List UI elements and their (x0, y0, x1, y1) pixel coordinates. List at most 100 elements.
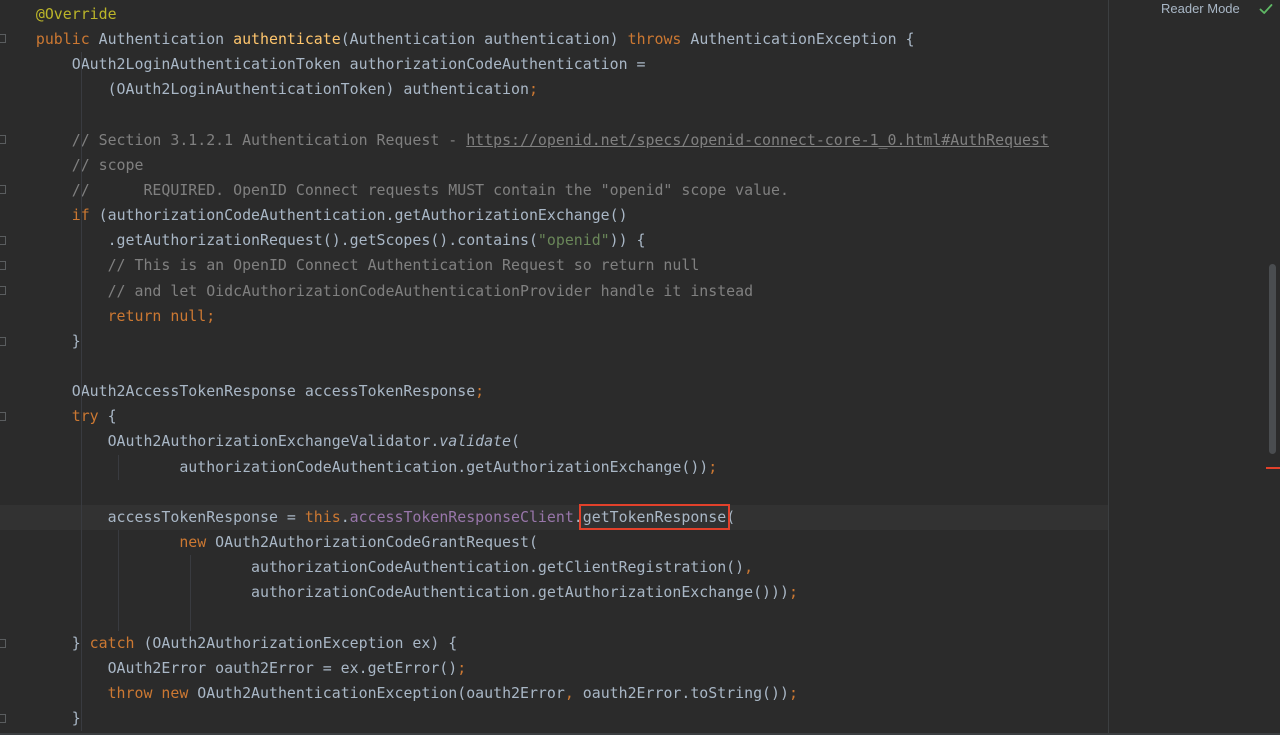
code-text: OAuth2LoginAuthenticationToken authoriza… (71, 55, 646, 74)
code-line-current[interactable]: accessTokenResponse = this.accessTokenRe… (0, 503, 1108, 530)
keyword-token: public (35, 30, 90, 49)
code-editor[interactable]: @Override public Authentication authenti… (0, 0, 1280, 735)
indent-guide (118, 555, 119, 581)
code-line[interactable]: } catch (OAuth2AuthorizationException ex… (0, 630, 1108, 656)
code-line[interactable]: // Section 3.1.2.1 Authentication Reques… (0, 127, 1108, 153)
indent-guide (81, 278, 82, 304)
static-method-token: validate (439, 432, 512, 451)
semicolon-token: ; (528, 80, 538, 99)
indent-guide (190, 580, 191, 606)
code-text: ( (511, 432, 520, 451)
code-line[interactable]: return null; (0, 303, 1108, 329)
code-text: OAuth2AuthenticationException(oauth2Erro… (188, 683, 565, 702)
method-name-token: authenticate (233, 30, 341, 49)
code-line[interactable]: // REQUIRED. OpenID Connect requests MUS… (0, 177, 1108, 204)
code-text: OAuth2AuthorizationCodeGrantRequest( (206, 532, 538, 551)
indent-guide (118, 529, 119, 556)
code-line[interactable]: (OAuth2LoginAuthenticationToken) authent… (0, 77, 1108, 103)
code-line[interactable]: OAuth2AuthorizationExchangeValidator.val… (0, 429, 1108, 455)
semicolon-token: ; (788, 683, 798, 702)
indent-guide (190, 605, 191, 631)
indent-guide (81, 429, 82, 455)
code-text: (OAuth2AuthorizationException ex) { (134, 633, 458, 652)
indent-guide (81, 328, 82, 354)
code-line[interactable]: OAuth2AccessTokenResponse accessTokenRes… (0, 379, 1108, 405)
reader-mode-button[interactable]: Reader Mode (1161, 1, 1240, 16)
keyword-token: return (107, 306, 162, 325)
code-text: .getAuthorizationRequest().getScopes().c… (107, 231, 538, 250)
spec-link[interactable]: https://openid.net/specs/openid-connect-… (466, 131, 1049, 149)
indent-guide (81, 655, 82, 681)
comment-token: // REQUIRED. OpenID Connect requests MUS… (71, 180, 789, 199)
code-text: { (98, 407, 117, 426)
keyword-token: throws (627, 30, 682, 49)
code-text: )) { (609, 231, 646, 250)
indent-guide (81, 580, 82, 606)
keyword-token: catch (89, 633, 135, 652)
code-line[interactable]: public Authentication authenticate(Authe… (0, 27, 1108, 52)
error-stripe-marker[interactable] (1266, 467, 1280, 469)
semicolon-token: ; (788, 583, 798, 602)
keyword-token: new (179, 532, 207, 551)
code-text: oauth2Error.toString()) (573, 683, 789, 702)
indent-guide (81, 77, 82, 103)
indent-guide (81, 605, 82, 631)
indent-guide (81, 102, 82, 128)
code-line[interactable]: new OAuth2AuthorizationCodeGrantRequest( (0, 529, 1108, 556)
semicolon-token: ; (206, 306, 216, 325)
code-text-area[interactable]: @Override public Authentication authenti… (0, 2, 1108, 732)
indent-guide (118, 580, 119, 606)
semicolon-token: ; (457, 658, 467, 677)
code-text: (Authentication authentication) (340, 30, 628, 49)
code-text: OAuth2Error oauth2Error = ex.getError() (107, 658, 458, 677)
indent-guide (190, 555, 191, 581)
code-line[interactable] (0, 479, 1108, 505)
code-text: . (573, 507, 583, 526)
comment-token: // scope (71, 155, 144, 174)
code-line[interactable] (0, 605, 1108, 631)
code-line[interactable]: if (authorizationCodeAuthentication.getA… (0, 203, 1108, 229)
indent-guide (118, 605, 119, 631)
indent-guide (81, 479, 82, 505)
indent-guide (81, 404, 82, 430)
code-line[interactable] (0, 102, 1108, 128)
code-line[interactable]: @Override (0, 2, 1108, 27)
code-text: accessTokenResponse = (107, 507, 305, 526)
scrollbar-thumb[interactable] (1269, 264, 1276, 454)
code-line[interactable]: authorizationCodeAuthentication.getAutho… (0, 454, 1108, 480)
code-line[interactable]: } (0, 328, 1108, 354)
code-text: . (340, 507, 350, 526)
code-line[interactable]: OAuth2Error oauth2Error = ex.getError(); (0, 655, 1108, 681)
indent-guide (81, 353, 82, 380)
comma-token: , (564, 683, 574, 702)
code-text: } (71, 708, 81, 727)
comment-token: // Section 3.1.2.1 Authentication Reques… (71, 130, 467, 149)
code-line[interactable]: // scope (0, 152, 1108, 178)
indent-guide (118, 454, 119, 480)
code-text: (authorizationCodeAuthentication.getAuth… (89, 206, 628, 225)
code-line[interactable]: try { (0, 404, 1108, 430)
indent-guide (81, 379, 82, 405)
code-line[interactable]: authorizationCodeAuthentication.getClien… (0, 555, 1108, 581)
highlighted-method-call[interactable]: getTokenResponse (578, 503, 731, 530)
code-line[interactable]: // This is an OpenID Connect Authenticat… (0, 253, 1108, 279)
code-line[interactable] (0, 353, 1108, 380)
indent-guide (81, 705, 82, 732)
code-line[interactable]: .getAuthorizationRequest().getScopes().c… (0, 228, 1108, 254)
keyword-token: try (71, 407, 99, 426)
indent-guide (81, 504, 82, 530)
code-text: OAuth2AuthorizationExchangeValidator. (107, 432, 440, 451)
code-text: AuthenticationException { (681, 30, 915, 49)
code-line[interactable]: // and let OidcAuthorizationCodeAuthenti… (0, 278, 1108, 304)
code-line[interactable]: OAuth2LoginAuthenticationToken authoriza… (0, 52, 1108, 78)
code-line[interactable]: throw new OAuth2AuthenticationException(… (0, 680, 1108, 706)
code-text: OAuth2AccessTokenResponse accessTokenRes… (71, 382, 476, 401)
right-margin-guide (1108, 0, 1109, 735)
string-token: "openid" (537, 231, 610, 250)
indent-guide (81, 680, 82, 706)
code-line[interactable]: authorizationCodeAuthentication.getAutho… (0, 580, 1108, 606)
code-line[interactable]: } (0, 705, 1108, 732)
indent-guide (81, 228, 82, 254)
indent-guide (81, 127, 82, 153)
